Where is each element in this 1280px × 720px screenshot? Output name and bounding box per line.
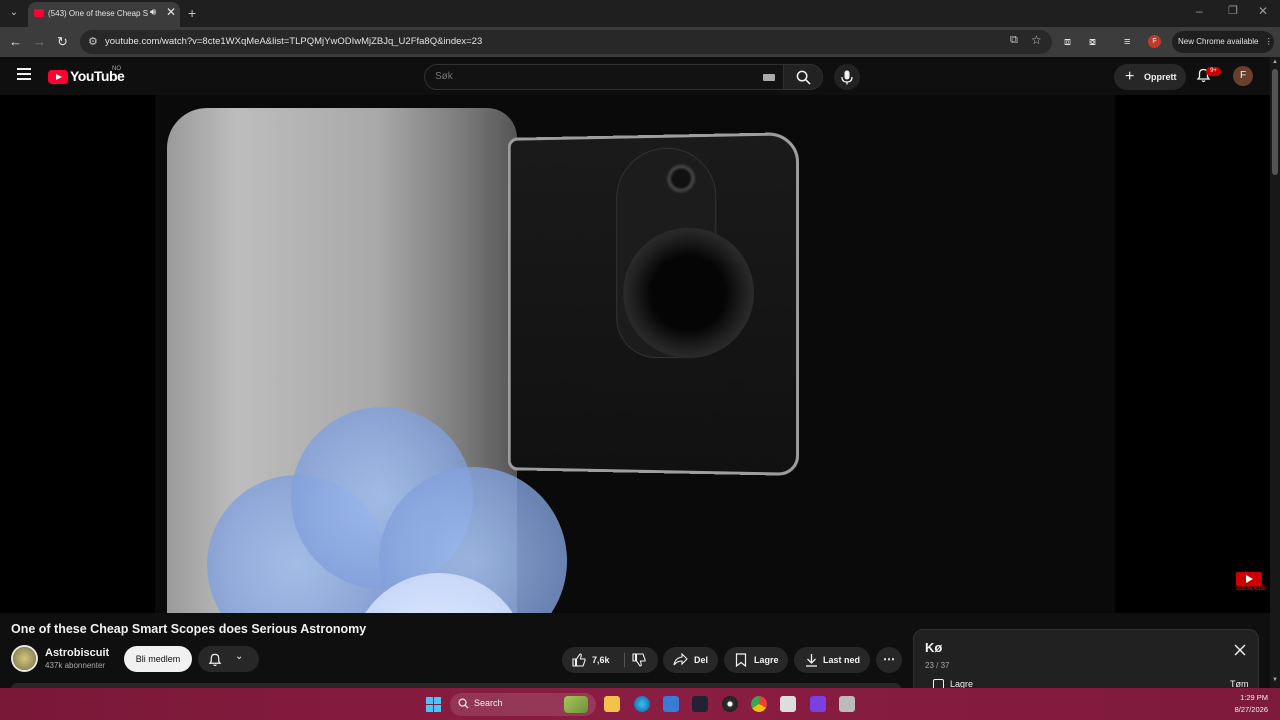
account-avatar[interactable]: F xyxy=(1233,66,1253,86)
file-explorer-icon[interactable] xyxy=(604,696,620,712)
download-label: Last ned xyxy=(823,655,861,665)
channel-name[interactable]: Astrobiscuit xyxy=(45,647,109,659)
new-tab-plus-icon[interactable]: + xyxy=(188,5,196,21)
scroll-down-arrow-icon[interactable]: ▼ xyxy=(1272,677,1278,683)
channel-subscribe-watermark[interactable]: SUBSCRIBE xyxy=(1236,572,1266,594)
like-divider xyxy=(624,653,625,667)
youtube-play-logo-icon xyxy=(48,70,68,84)
new-chrome-label: New Chrome available xyxy=(1178,37,1259,46)
search-button[interactable] xyxy=(783,64,823,90)
speaker-icon[interactable]: 🔊︎ xyxy=(150,7,156,18)
browser-toolbar: ← → ↻ ⚙︎ youtube.com/watch?v=8cte1WXqMeA… xyxy=(0,27,1280,57)
media-controls-icon[interactable]: ≡ xyxy=(1124,34,1130,50)
search-box xyxy=(424,64,784,90)
like-dislike-group: 7,6k xyxy=(562,647,658,673)
share-button[interactable]: Del xyxy=(663,647,718,673)
tab-search-chevron-icon[interactable]: ⌄ xyxy=(8,6,20,20)
browser-tab-strip: ⌄ (543) One of these Cheap Smart Scopes … xyxy=(0,0,1280,27)
video-title: One of these Cheap Smart Scopes does Ser… xyxy=(11,622,367,636)
scroll-up-arrow-icon[interactable]: ▲ xyxy=(1272,59,1278,65)
queue-title: Kø xyxy=(925,640,943,655)
kebab-menu-icon: ⋮ xyxy=(1264,37,1273,46)
country-code: NO xyxy=(112,66,121,72)
join-membership-button[interactable]: Bli medlem xyxy=(124,646,192,672)
thumbs-up-icon[interactable] xyxy=(572,653,586,667)
restore-icon[interactable]: ❐ xyxy=(1228,4,1238,17)
subscriber-count: 437k abonnenter xyxy=(45,661,106,670)
thumbs-down-icon[interactable] xyxy=(632,653,646,667)
browser-profile-avatar[interactable]: F xyxy=(1148,35,1161,48)
url-text[interactable]: youtube.com/watch?v=8cte1WXqMeA&list=TLP… xyxy=(105,36,482,47)
app-icon[interactable] xyxy=(839,696,855,712)
save-button[interactable]: Lagre xyxy=(724,647,788,673)
youtube-masthead: YouTube NO + Opprett 9+ F xyxy=(0,57,1270,95)
subscribe-play-icon xyxy=(1236,572,1262,586)
queue-position: 23 / 37 xyxy=(925,661,950,670)
app-icon[interactable] xyxy=(780,696,796,712)
window-close-icon[interactable]: ✕ xyxy=(1258,4,1268,18)
subscription-notification-button[interactable]: ⌄ xyxy=(198,646,259,672)
search-icon xyxy=(458,698,469,709)
youtube-favicon-icon xyxy=(34,9,44,17)
share-label: Del xyxy=(694,655,709,665)
notification-count-badge: 9+ xyxy=(1206,67,1221,76)
keyboard-icon[interactable] xyxy=(763,74,775,81)
tab-title: (543) One of these Cheap Smart Scopes do… xyxy=(48,9,148,18)
voice-search-button[interactable] xyxy=(834,64,860,90)
reload-icon[interactable]: ↻ xyxy=(57,34,68,50)
address-bar[interactable]: ⚙︎ youtube.com/watch?v=8cte1WXqMeA&list=… xyxy=(80,30,1052,54)
like-count[interactable]: 7,6k xyxy=(592,647,610,673)
puzzle-icon[interactable]: ⧇ xyxy=(1089,34,1096,50)
download-icon xyxy=(806,654,817,667)
create-label: Opprett xyxy=(1144,72,1177,82)
more-actions-icon[interactable]: ⋯ xyxy=(876,647,902,673)
subscribe-watermark-text: SUBSCRIBE xyxy=(1236,586,1266,592)
new-chrome-available-button[interactable]: New Chrome available ⋮ xyxy=(1172,31,1274,53)
download-button[interactable]: Last ned xyxy=(794,647,870,673)
clock-date[interactable]: 8/27/2026 xyxy=(1226,705,1268,714)
extensions-icon[interactable]: ⧈ xyxy=(1064,34,1071,50)
chrome-icon[interactable] xyxy=(751,696,767,712)
search-input[interactable] xyxy=(435,71,735,82)
windows-start-icon[interactable] xyxy=(426,697,441,712)
app-icon[interactable] xyxy=(810,696,826,712)
smart-scope-panel xyxy=(507,132,800,476)
clock-time[interactable]: 1:29 PM xyxy=(1232,693,1268,702)
bell-icon xyxy=(208,653,222,667)
create-button[interactable]: + Opprett xyxy=(1114,64,1186,90)
hamburger-menu-icon[interactable] xyxy=(17,68,31,80)
app-icon[interactable] xyxy=(663,696,679,712)
tab-close-icon[interactable]: ✕ xyxy=(166,5,176,19)
cast-icon[interactable]: ⧉ xyxy=(1010,34,1018,47)
queue-panel: Kø 23 / 37 Lagre Tøm xyxy=(913,629,1259,691)
video-frame xyxy=(155,95,1115,613)
video-player[interactable]: SUBSCRIBE xyxy=(0,95,1270,613)
search-highlight-image xyxy=(564,696,588,713)
bookmark-star-icon[interactable]: ☆ xyxy=(1031,33,1042,47)
forward-arrow-icon[interactable]: → xyxy=(33,34,46,50)
scope-main-lens xyxy=(623,227,754,359)
app-icon[interactable] xyxy=(692,696,708,712)
browser-tab[interactable]: (543) One of these Cheap Smart Scopes do… xyxy=(28,2,180,27)
page-scrollbar[interactable]: ▲ ▼ xyxy=(1270,57,1280,688)
close-icon[interactable] xyxy=(1234,644,1246,656)
taskbar-search-label: Search xyxy=(474,698,503,708)
scrollbar-thumb[interactable] xyxy=(1272,69,1278,175)
site-info-icon[interactable]: ⚙︎ xyxy=(88,35,98,48)
chevron-down-icon: ⌄ xyxy=(235,651,244,662)
channel-avatar[interactable] xyxy=(11,645,38,672)
share-arrow-icon xyxy=(673,653,688,666)
obs-icon[interactable] xyxy=(722,696,738,712)
microphone-icon xyxy=(841,70,853,85)
bookmark-icon xyxy=(735,653,747,667)
taskbar-search-box[interactable]: Search xyxy=(450,693,596,716)
edge-browser-icon[interactable] xyxy=(634,696,650,712)
back-arrow-icon[interactable]: ← xyxy=(9,34,22,50)
windows-taskbar: Search xyxy=(0,688,1280,720)
search-icon xyxy=(796,70,811,85)
plus-icon: + xyxy=(1125,68,1135,85)
save-label: Lagre xyxy=(754,655,779,665)
minimize-icon[interactable]: – xyxy=(1196,4,1203,18)
